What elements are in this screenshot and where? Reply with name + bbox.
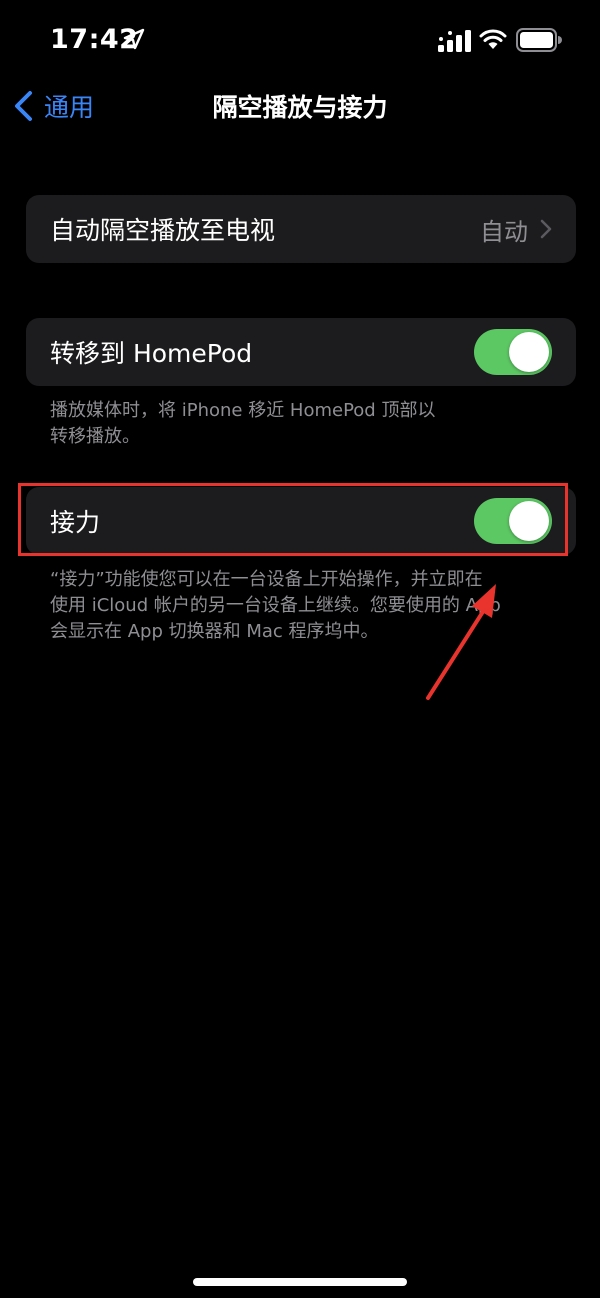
- battery-icon: [516, 28, 562, 52]
- transfer-to-homepod-row: 转移到 HomePod: [26, 318, 576, 386]
- airplay-group: 自动隔空播放至电视 自动: [26, 195, 576, 263]
- cellular-signal-icon: [438, 30, 471, 52]
- location-arrow-icon: [123, 28, 145, 50]
- annotation-highlight-box: [18, 483, 568, 556]
- status-bar: 17:42: [0, 0, 600, 80]
- home-indicator[interactable]: [193, 1278, 407, 1286]
- homepod-footnote-line: 播放媒体时，将 iPhone 移近 HomePod 顶部以: [50, 400, 436, 421]
- wifi-icon: [479, 29, 507, 49]
- chevron-right-icon: [540, 219, 552, 239]
- transfer-to-homepod-toggle[interactable]: [474, 329, 552, 375]
- toggle-knob: [509, 332, 549, 372]
- homepod-footnote-line: 转移播放。: [50, 426, 140, 447]
- homepod-footnote: 播放媒体时，将 iPhone 移近 HomePod 顶部以 转移播放。: [50, 398, 560, 450]
- annotation-arrow-icon: [426, 584, 496, 700]
- airplay-to-tv-label: 自动隔空播放至电视: [50, 216, 276, 245]
- page-title: 隔空播放与接力: [212, 93, 388, 122]
- airplay-to-tv-value: 自动: [480, 217, 528, 246]
- transfer-to-homepod-label: 转移到 HomePod: [50, 339, 253, 368]
- airplay-to-tv-row[interactable]: 自动隔空播放至电视 自动: [26, 195, 576, 263]
- homepod-group: 转移到 HomePod: [26, 318, 576, 386]
